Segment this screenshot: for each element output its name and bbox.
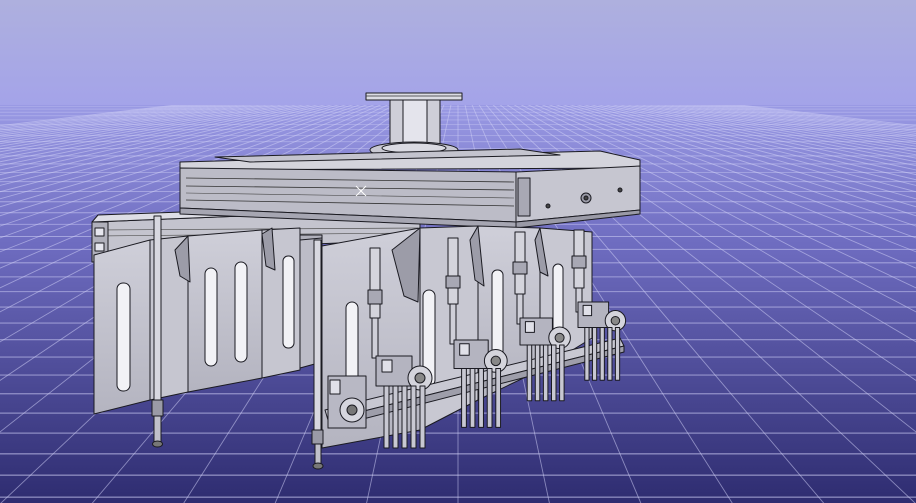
gripper-head bbox=[577, 301, 627, 381]
cad-scene[interactable] bbox=[0, 0, 916, 503]
gripper-head bbox=[519, 317, 571, 402]
main-carriage-block bbox=[179, 148, 641, 229]
front-guide-rod bbox=[311, 239, 324, 470]
gripper-head bbox=[375, 355, 433, 449]
left-guide-rod bbox=[151, 215, 164, 448]
gripper-head bbox=[453, 339, 508, 428]
cad-3d-viewport[interactable] bbox=[0, 0, 916, 503]
front-clamp-block bbox=[327, 375, 367, 429]
